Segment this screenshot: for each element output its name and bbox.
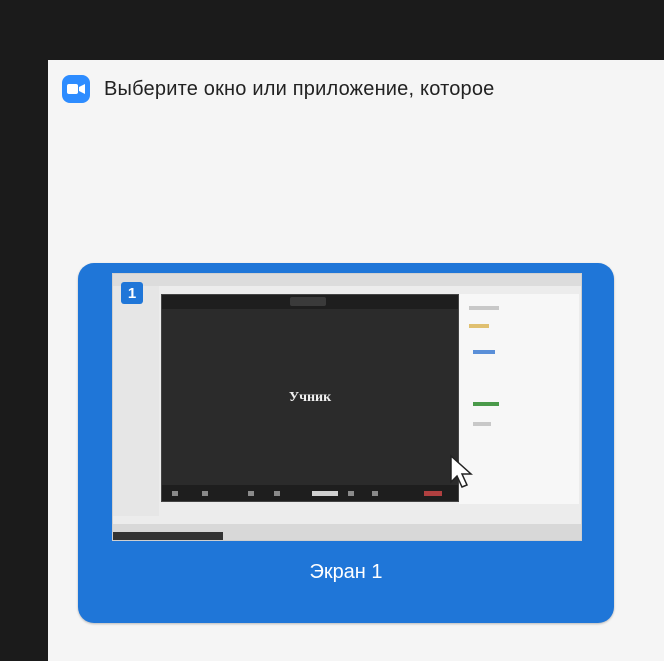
panel-line	[473, 422, 491, 426]
thumbnail-right-panel	[459, 294, 579, 504]
panel-line	[469, 324, 489, 328]
screen-option-label: Экран 1	[309, 561, 383, 583]
screen-thumbnail: 1 Учник	[112, 273, 582, 541]
panel-line	[473, 402, 499, 406]
dialog-titlebar: Выберите окно или приложение, которое	[48, 60, 664, 118]
dialog-title: Выберите окно или приложение, которое	[104, 77, 495, 100]
toolbar-end-button	[424, 491, 442, 496]
thumbnail-window-tab	[290, 297, 326, 306]
thumbnail-window-toolbar	[162, 485, 458, 501]
thumbnail-topbar	[113, 274, 581, 286]
share-screen-dialog: Выберите окно или приложение, которое 1 …	[48, 60, 664, 661]
toolbar-dot	[348, 491, 354, 496]
thumbnail-window-header	[162, 295, 458, 309]
toolbar-dot	[202, 491, 208, 496]
thumbnail-statusbar	[113, 524, 581, 540]
toolbar-dot	[248, 491, 254, 496]
thumbnail-video-window: Учник	[161, 294, 459, 502]
toolbar-share-highlight	[312, 491, 338, 496]
screen-number-badge: 1	[121, 282, 143, 304]
toolbar-dot	[372, 491, 378, 496]
toolbar-dot	[274, 491, 280, 496]
panel-line	[473, 350, 495, 354]
cursor-icon	[449, 454, 477, 495]
thumbnail-sidebar	[113, 286, 159, 516]
screen-option-1[interactable]: 1 Учник Экран 1	[78, 263, 614, 623]
thumbnail-taskbar	[113, 532, 223, 540]
window-background: Выберите окно или приложение, которое 1 …	[0, 0, 664, 661]
panel-line	[469, 306, 499, 310]
camera-icon	[62, 75, 90, 103]
thumbnail-participant-name: Учник	[288, 390, 332, 405]
toolbar-dot	[172, 491, 178, 496]
